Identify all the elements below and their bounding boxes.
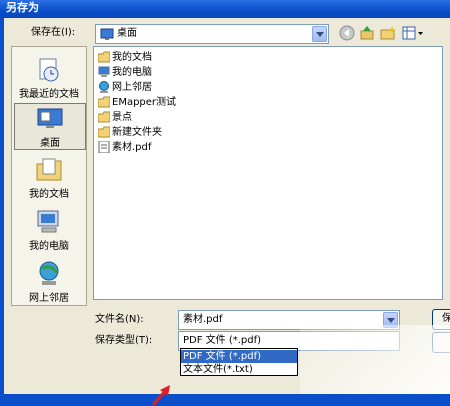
places-bar: 我最近的文档 桌面 我的文档 我的电脑 网上邻居 <box>11 46 87 306</box>
up-folder-icon[interactable] <box>359 25 375 41</box>
filetype-dropdown-list[interactable]: PDF 文件 (*.pdf) 文本文件(*.txt) <box>180 348 298 376</box>
save-in-label: 保存在(I): <box>31 27 76 38</box>
save-in-value: 桌面 <box>117 28 137 39</box>
list-item[interactable]: EMapper测试 <box>98 96 176 109</box>
new-folder-icon[interactable] <box>380 25 396 41</box>
list-item[interactable]: 景点 <box>98 111 132 124</box>
save-in-combobox[interactable]: 桌面 <box>95 24 329 44</box>
window-left-border <box>0 18 4 406</box>
network-places-icon <box>99 81 109 93</box>
place-my-computer[interactable]: 我的电脑 <box>14 207 84 252</box>
network-places-icon <box>39 261 59 285</box>
window-title: 另存为 <box>6 1 39 14</box>
back-icon[interactable] <box>339 25 355 41</box>
dropdown-option[interactable]: 文本文件(*.txt) <box>181 363 297 376</box>
place-label: 我的文档 <box>29 189 69 200</box>
place-desktop[interactable]: 桌面 <box>14 103 86 150</box>
my-computer-icon <box>37 210 59 233</box>
window-bottom-border <box>0 394 450 406</box>
filename-label: 文件名(N): <box>95 314 144 325</box>
list-item[interactable]: 我的电脑 <box>98 66 152 79</box>
filename-value: 素材.pdf <box>183 314 223 325</box>
chevron-down-icon[interactable] <box>312 26 327 42</box>
dropdown-option[interactable]: PDF 文件 (*.pdf) <box>181 350 297 363</box>
desktop-icon <box>37 108 63 128</box>
view-menu-icon[interactable] <box>402 25 424 41</box>
place-label: 我的电脑 <box>29 241 69 252</box>
desktop-icon <box>100 28 114 40</box>
title-bar[interactable]: 另存为 <box>0 0 450 18</box>
list-item[interactable]: 新建文件夹 <box>98 126 162 139</box>
place-recent-documents[interactable]: 我最近的文档 <box>14 55 84 100</box>
list-item[interactable]: 我的文档 <box>98 51 152 64</box>
list-item[interactable]: 网上邻居 <box>98 81 152 94</box>
filetype-value: PDF 文件 (*.pdf) <box>183 335 262 346</box>
my-documents-icon <box>36 158 62 181</box>
annotation-arrow-icon <box>151 385 170 406</box>
filetype-label: 保存类型(T): <box>95 335 153 346</box>
folder-icon <box>98 126 110 138</box>
place-label: 我最近的文档 <box>19 89 79 100</box>
place-label: 桌面 <box>40 138 60 149</box>
folder-icon <box>98 111 110 123</box>
my-documents-icon <box>98 51 110 63</box>
save-as-dialog: 另存为 保存在(I): 桌面 我最近的文档 桌面 我的文档 我的电脑 网上邻居 … <box>0 0 450 406</box>
folder-icon <box>98 96 110 108</box>
place-network[interactable]: 网上邻居 <box>14 259 84 304</box>
place-my-documents[interactable]: 我的文档 <box>14 155 84 200</box>
list-item[interactable]: 素材.pdf <box>98 141 151 154</box>
my-computer-icon <box>98 66 110 77</box>
file-list[interactable]: 我的文档 我的电脑 网上邻居 EMapper测试 景点 新建文件夹 素材.pdf <box>93 46 443 300</box>
pdf-file-icon <box>98 141 110 153</box>
place-label: 网上邻居 <box>29 293 69 304</box>
recent-documents-icon <box>39 58 59 82</box>
